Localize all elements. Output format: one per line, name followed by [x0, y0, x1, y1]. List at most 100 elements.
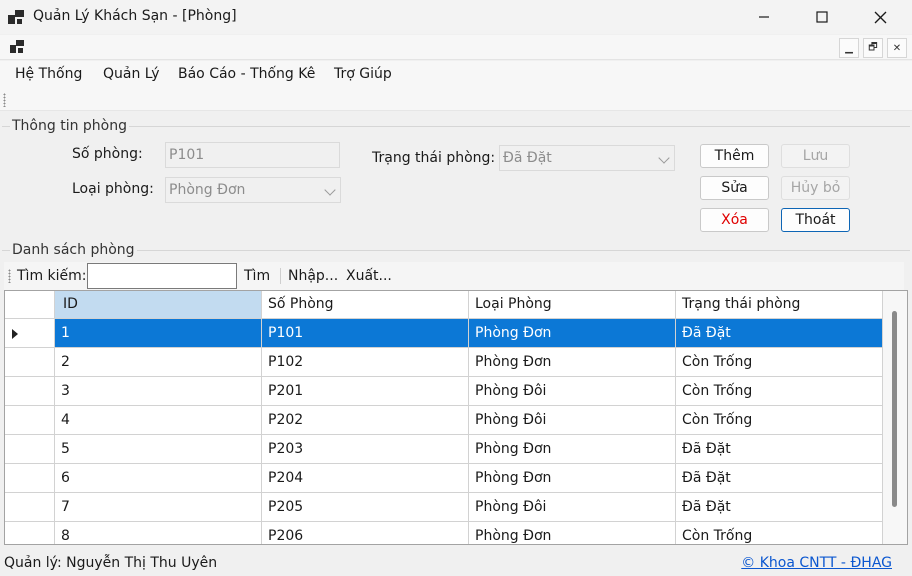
cell-room-type[interactable]: Phòng Đơn — [469, 348, 676, 377]
maximize-button[interactable] — [793, 0, 851, 34]
maximize-icon — [816, 11, 828, 23]
table-row[interactable]: 5 P203 Phòng Đơn Đã Đặt — [5, 435, 883, 464]
menu-quan-ly[interactable]: Quản Lý — [103, 66, 160, 82]
room-type-combobox[interactable]: Phòng Đơn — [165, 177, 341, 203]
cell-room-status[interactable]: Đã Đặt — [676, 435, 883, 464]
table-row[interactable]: 4 P202 Phòng Đôi Còn Trống — [5, 406, 883, 435]
mdi-restore-button[interactable]: 🗗 — [863, 38, 883, 58]
cell-room-type[interactable]: Phòng Đôi — [469, 493, 676, 522]
rooms-table[interactable]: ID Số Phòng Loại Phòng Trạng thái phòng … — [4, 290, 908, 545]
menu-he-thong[interactable]: Hệ Thống — [15, 66, 82, 82]
cell-room-type[interactable]: Phòng Đơn — [469, 319, 676, 348]
room-status-combobox[interactable]: Đã Đặt — [499, 145, 675, 171]
mdi-close-button[interactable]: ✕ — [887, 38, 907, 58]
mdi-minimize-button[interactable]: ▁ — [839, 38, 859, 58]
menu-tro-giup[interactable]: Trợ Giúp — [334, 66, 392, 82]
table-row[interactable]: 6 P204 Phòng Đơn Đã Đặt — [5, 464, 883, 493]
cell-id[interactable]: 1 — [55, 319, 262, 348]
cell-id[interactable]: 5 — [55, 435, 262, 464]
status-manager: Quản lý: Nguyễn Thị Thu Uyên — [4, 555, 218, 571]
minimize-icon — [759, 16, 769, 18]
cell-room-type[interactable]: Phòng Đơn — [469, 522, 676, 544]
column-header-room-type[interactable]: Loại Phòng — [469, 291, 676, 319]
cell-room-status[interactable]: Còn Trống — [676, 406, 883, 435]
app-icon — [8, 10, 24, 24]
column-header-room-number[interactable]: Số Phòng — [262, 291, 469, 319]
cell-room-number[interactable]: P101 — [262, 319, 469, 348]
cell-room-number[interactable]: P206 — [262, 522, 469, 544]
minimize-button[interactable] — [735, 0, 793, 34]
cell-room-status[interactable]: Đã Đặt — [676, 464, 883, 493]
cell-id[interactable]: 2 — [55, 348, 262, 377]
row-header[interactable] — [5, 319, 55, 348]
cell-room-status[interactable]: Còn Trống — [676, 377, 883, 406]
find-button[interactable]: Tìm — [244, 268, 270, 284]
room-info-legend: Thông tin phòng — [10, 118, 129, 134]
cell-id[interactable]: 3 — [55, 377, 262, 406]
cell-room-number[interactable]: P205 — [262, 493, 469, 522]
row-header[interactable] — [5, 464, 55, 493]
chevron-down-icon — [324, 184, 336, 196]
column-header-id[interactable]: ID — [55, 291, 262, 319]
row-header[interactable] — [5, 406, 55, 435]
cell-room-number[interactable]: P102 — [262, 348, 469, 377]
cell-id[interactable]: 4 — [55, 406, 262, 435]
cell-room-number[interactable]: P203 — [262, 435, 469, 464]
import-button[interactable]: Nhập... — [288, 268, 338, 284]
table-header-row: ID Số Phòng Loại Phòng Trạng thái phòng — [5, 291, 883, 320]
room-type-label: Loại phòng: — [72, 181, 154, 197]
edit-button[interactable]: Sửa — [700, 176, 769, 200]
export-button[interactable]: Xuất... — [346, 268, 392, 284]
cell-room-type[interactable]: Phòng Đôi — [469, 406, 676, 435]
room-status-label: Trạng thái phòng: — [372, 150, 496, 166]
mdi-control-strip: ▁ 🗗 ✕ — [0, 35, 912, 60]
room-list-legend: Danh sách phòng — [10, 242, 137, 258]
cell-room-number[interactable]: P201 — [262, 377, 469, 406]
row-header[interactable] — [5, 377, 55, 406]
exit-button[interactable]: Thoát — [781, 208, 850, 232]
cell-room-status[interactable]: Còn Trống — [676, 348, 883, 377]
mdi-child-icon[interactable] — [10, 40, 25, 53]
scrollbar-thumb[interactable] — [892, 311, 897, 507]
credit-link[interactable]: © Khoa CNTT - ĐHAG — [741, 555, 892, 571]
save-button[interactable]: Lưu — [781, 144, 850, 168]
cell-room-status[interactable]: Còn Trống — [676, 522, 883, 544]
delete-button[interactable]: Xóa — [700, 208, 769, 232]
current-row-arrow-icon — [12, 329, 18, 339]
cell-room-number[interactable]: P204 — [262, 464, 469, 493]
table-row[interactable]: 3 P201 Phòng Đôi Còn Trống — [5, 377, 883, 406]
table-row[interactable]: 1 P101 Phòng Đơn Đã Đặt — [5, 319, 883, 348]
title-bar[interactable]: Quản Lý Khách Sạn - [Phòng] — [0, 0, 912, 34]
table-vertical-scrollbar[interactable] — [883, 291, 907, 544]
cell-room-status[interactable]: Đã Đặt — [676, 319, 883, 348]
cell-room-status[interactable]: Đã Đặt — [676, 493, 883, 522]
cell-room-type[interactable]: Phòng Đôi — [469, 377, 676, 406]
cell-id[interactable]: 6 — [55, 464, 262, 493]
row-header[interactable] — [5, 493, 55, 522]
cell-room-number[interactable]: P202 — [262, 406, 469, 435]
cell-id[interactable]: 7 — [55, 493, 262, 522]
row-header[interactable] — [5, 435, 55, 464]
row-header[interactable] — [5, 348, 55, 377]
room-number-field[interactable]: P101 — [165, 142, 340, 168]
cell-room-type[interactable]: Phòng Đơn — [469, 464, 676, 493]
toolstrip-grip[interactable] — [3, 93, 6, 107]
close-icon — [874, 11, 886, 23]
table-row[interactable]: 8 P206 Phòng Đơn Còn Trống — [5, 522, 883, 544]
cell-room-type[interactable]: Phòng Đơn — [469, 435, 676, 464]
search-label: Tìm kiếm: — [17, 268, 87, 284]
table-row[interactable]: 2 P102 Phòng Đơn Còn Trống — [5, 348, 883, 377]
add-button[interactable]: Thêm — [700, 144, 769, 168]
close-button[interactable] — [851, 0, 909, 34]
search-toolstrip: Tìm kiếm: Tìm Nhập... Xuất... — [4, 262, 904, 290]
column-header-room-status[interactable]: Trạng thái phòng — [676, 291, 883, 319]
table-corner-header[interactable] — [5, 291, 55, 319]
cell-id[interactable]: 8 — [55, 522, 262, 544]
cancel-button[interactable]: Hủy bỏ — [781, 176, 850, 200]
row-header[interactable] — [5, 522, 55, 544]
table-row[interactable]: 7 P205 Phòng Đôi Đã Đặt — [5, 493, 883, 522]
menu-bao-cao-thong-ke[interactable]: Báo Cáo - Thống Kê — [178, 66, 315, 82]
search-toolstrip-grip[interactable] — [8, 269, 11, 283]
search-input[interactable] — [87, 263, 237, 289]
room-type-value: Phòng Đơn — [169, 182, 246, 198]
